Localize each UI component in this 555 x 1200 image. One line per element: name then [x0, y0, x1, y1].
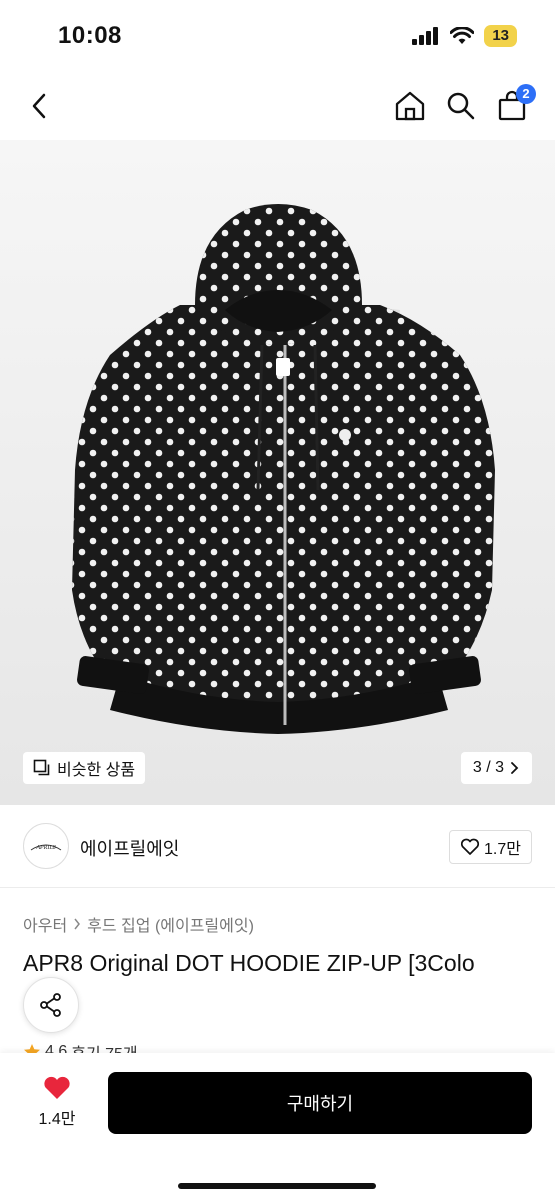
chevron-right-icon [74, 918, 81, 930]
bottom-action-bar: 1.4만 구매하기 [0, 1053, 555, 1200]
status-time: 10:08 [58, 22, 122, 49]
heart-outline-icon [460, 838, 480, 855]
heart-filled-icon [44, 1076, 70, 1099]
copy-icon [33, 759, 50, 776]
seller-logo[interactable]: APRIL8 [23, 823, 69, 869]
back-button[interactable] [20, 86, 60, 126]
battery-indicator: 13 [484, 25, 517, 47]
hoodie-image [72, 204, 495, 734]
wishlist-count: 1.4만 [38, 1111, 76, 1128]
share-icon [40, 993, 61, 1017]
search-button[interactable] [441, 86, 481, 126]
similar-products-label: 비슷한 상품 [57, 762, 136, 779]
search-icon [447, 92, 475, 120]
seller-logo-mark: APRIL8 [30, 844, 62, 851]
seller-like-button[interactable]: 1.7만 [449, 830, 532, 864]
signal-icon [412, 27, 439, 45]
seller-like-count: 1.7만 [484, 841, 521, 858]
product-image-carousel[interactable]: 비슷한 상품 3 / 3 [0, 140, 555, 805]
wishlist-button[interactable]: 1.4만 [30, 1075, 84, 1129]
svg-text:APRIL8: APRIL8 [35, 845, 55, 851]
breadcrumb: 아우터 후드 집업 (에이프릴에잇) [23, 912, 254, 936]
cart-button[interactable]: 2 [492, 84, 536, 126]
image-pager-label: 3 / 3 [472, 759, 504, 776]
home-indicator [178, 1183, 376, 1189]
image-pager-button[interactable]: 3 / 3 [460, 752, 532, 784]
home-icon [395, 91, 425, 121]
product-title: APR8 Original DOT HOODIE ZIP-UP [3Colo [23, 950, 475, 976]
chevron-left-icon [32, 93, 46, 119]
seller-name[interactable]: 에이프릴에잇 [80, 835, 179, 861]
breadcrumb-item[interactable]: 아우터 [23, 912, 67, 936]
status-icons: 13 [412, 25, 517, 47]
home-button[interactable] [390, 86, 430, 126]
wifi-icon [450, 27, 475, 44]
chevron-right-icon [511, 762, 519, 774]
top-navbar: 2 [0, 70, 555, 140]
cart-count-badge: 2 [516, 84, 536, 104]
share-button[interactable] [23, 977, 79, 1033]
status-bar: 10:08 13 [0, 0, 555, 70]
similar-products-button[interactable]: 비슷한 상품 [23, 752, 146, 784]
seller-row[interactable]: APRIL8 에이프릴에잇 1.7만 [0, 805, 555, 888]
breadcrumb-item[interactable]: 후드 집업 (에이프릴에잇) [87, 912, 254, 936]
buy-button[interactable]: 구매하기 [108, 1072, 532, 1134]
